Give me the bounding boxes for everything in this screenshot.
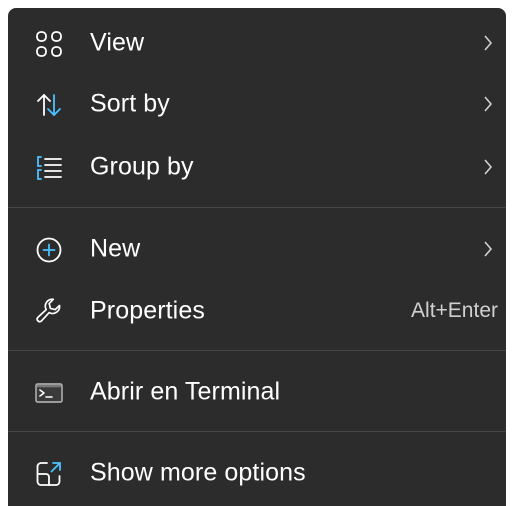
- menu-separator: [8, 350, 506, 351]
- sort-arrows-icon: [35, 91, 63, 119]
- chevron-right-icon: [482, 239, 494, 259]
- menu-separator: [8, 431, 506, 432]
- menu-separator: [8, 207, 506, 208]
- menu-item-label: Group by: [90, 152, 194, 181]
- menu-item-label: Properties: [90, 296, 205, 325]
- wrench-icon: [35, 298, 63, 326]
- chevron-right-icon: [482, 33, 494, 53]
- plus-circle-icon: [35, 236, 63, 264]
- menu-item-label: Show more options: [90, 458, 306, 487]
- menu-item-new[interactable]: New: [8, 221, 506, 277]
- terminal-icon: [35, 379, 63, 407]
- view-grid-icon: [35, 30, 63, 58]
- chevron-right-icon: [482, 157, 494, 177]
- menu-item-group-by[interactable]: Group by: [8, 139, 506, 195]
- group-list-icon: [35, 154, 63, 182]
- open-external-icon: [35, 460, 63, 488]
- context-menu: View Sort by Group by New Properties Alt…: [8, 8, 506, 506]
- menu-item-label: Abrir en Terminal: [90, 377, 281, 406]
- menu-item-label: New: [90, 234, 141, 263]
- chevron-right-icon: [482, 94, 494, 114]
- menu-item-properties[interactable]: Properties Alt+Enter: [8, 283, 506, 339]
- menu-item-label: Sort by: [90, 89, 170, 118]
- shortcut-hint: Alt+Enter: [411, 299, 498, 322]
- menu-item-open-in-terminal[interactable]: Abrir en Terminal: [8, 364, 506, 420]
- menu-item-view[interactable]: View: [8, 15, 506, 71]
- menu-item-label: View: [90, 28, 145, 57]
- menu-item-show-more-options[interactable]: Show more options: [8, 445, 506, 501]
- menu-item-sort-by[interactable]: Sort by: [8, 76, 506, 132]
